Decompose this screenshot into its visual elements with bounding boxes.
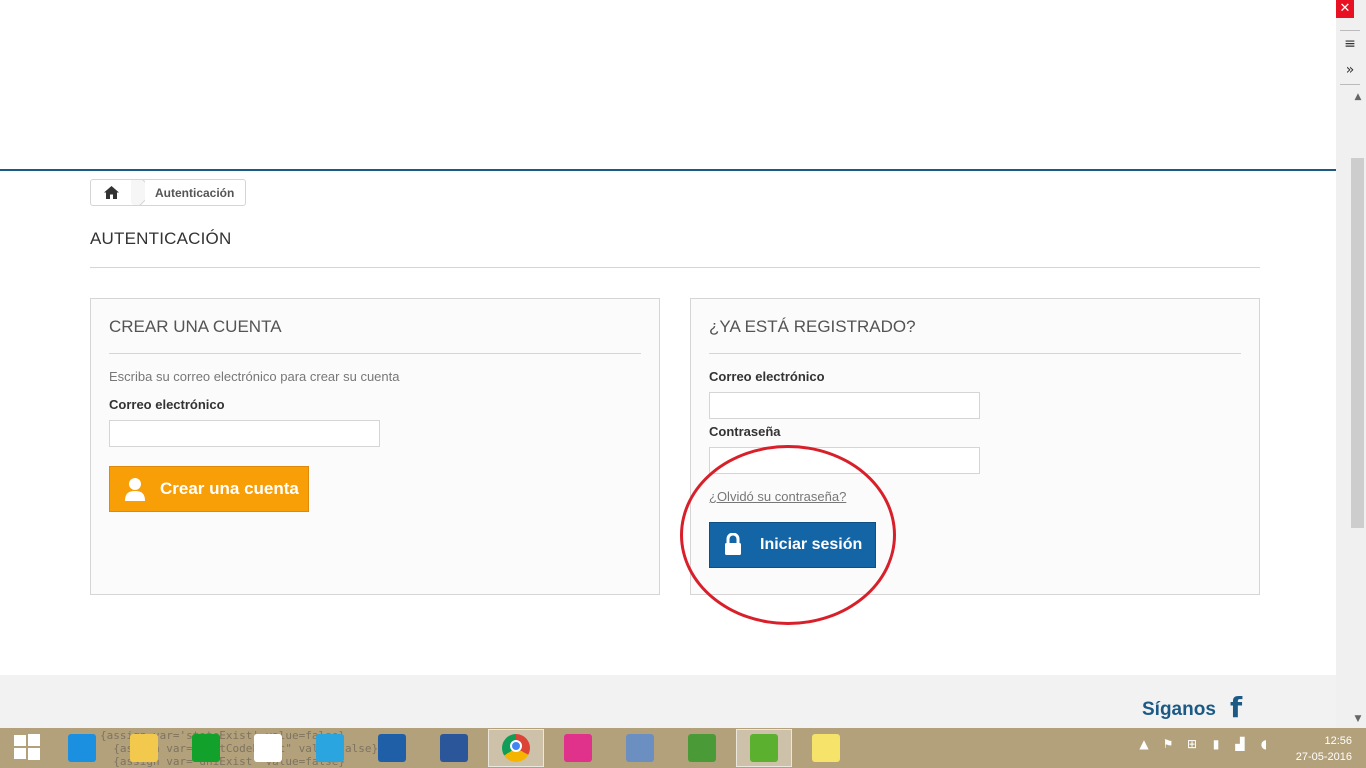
sticky-notes-taskbar-button[interactable]: [798, 729, 854, 767]
word-icon: [440, 734, 468, 762]
network-monitor-taskbar-button[interactable]: [612, 729, 668, 767]
file-explorer-taskbar-button[interactable]: [116, 729, 172, 767]
notepad-plus-icon: [688, 734, 716, 762]
page-title: AUTENTICACIÓN: [90, 229, 232, 248]
signal-icon[interactable]: ▟: [1232, 736, 1248, 752]
scroll-down-icon[interactable]: ▼: [1350, 712, 1366, 726]
chrome-taskbar-button[interactable]: [488, 729, 544, 767]
internet-explorer-taskbar-button[interactable]: [54, 729, 110, 767]
box-divider: [709, 353, 1241, 354]
login-box: ¿YA ESTÁ REGISTRADO? Correo electrónico …: [690, 298, 1260, 595]
wamp-taskbar-button[interactable]: [550, 729, 606, 767]
side-divider: [1340, 84, 1360, 85]
breadcrumb: Autenticación: [90, 179, 247, 206]
chrome-icon: [502, 734, 530, 762]
login-password-label: Contraseña: [709, 424, 781, 439]
page-header-area: [0, 0, 1336, 171]
shopping-icon: [316, 734, 344, 762]
breadcrumb-current: Autenticación: [155, 185, 235, 200]
facebook-icon[interactable]: f: [1230, 694, 1248, 722]
create-account-instruction: Escriba su correo electrónico para crear…: [109, 369, 400, 384]
login-email-input[interactable]: [709, 392, 980, 419]
create-account-button[interactable]: Crear una cuenta: [109, 466, 309, 512]
volume-icon[interactable]: ◖: [1256, 736, 1272, 752]
word-taskbar-button[interactable]: [426, 729, 482, 767]
scrollbar-thumb[interactable]: [1351, 158, 1364, 528]
login-button[interactable]: Iniciar sesión: [709, 522, 876, 568]
login-email-label: Correo electrónico: [709, 369, 825, 384]
file-explorer-icon: [130, 734, 158, 762]
user-icon: [124, 477, 146, 501]
shopping-taskbar-button[interactable]: [302, 729, 358, 767]
start-taskbar-button[interactable]: [0, 729, 56, 767]
heading-divider: [90, 267, 1260, 268]
create-account-title: CREAR UNA CUENTA: [109, 317, 282, 336]
chevron-up-icon[interactable]: ▲: [1136, 736, 1152, 752]
notepad-plus-taskbar-button[interactable]: [674, 729, 730, 767]
login-title: ¿YA ESTÁ REGISTRADO?: [709, 317, 916, 336]
login-password-input[interactable]: [709, 447, 980, 474]
page-footer: [0, 675, 1336, 728]
side-divider: [1340, 30, 1360, 31]
clock-time: 12:56: [1324, 735, 1352, 747]
store-taskbar-button[interactable]: [178, 729, 234, 767]
windows-icon[interactable]: ⊞: [1184, 736, 1200, 752]
more-icon[interactable]: »: [1340, 58, 1360, 82]
battery-icon[interactable]: ▮: [1208, 736, 1224, 752]
lock-icon: [724, 532, 746, 557]
clock[interactable]: 12:56 27-05-2016: [1282, 733, 1352, 765]
home-group-icon: [254, 734, 282, 762]
start-icon: [14, 734, 42, 762]
close-icon[interactable]: ✕: [1336, 0, 1354, 18]
home-group-taskbar-button[interactable]: [240, 729, 296, 767]
follow-us-label: Síganos: [1142, 699, 1216, 720]
wamp-icon: [564, 734, 592, 762]
create-account-box: CREAR UNA CUENTA Escriba su correo elect…: [90, 298, 660, 595]
breadcrumb-separator: [131, 180, 145, 205]
home-icon[interactable]: [91, 180, 131, 205]
menu-icon[interactable]: ≡: [1340, 32, 1360, 56]
utorrent-taskbar-button[interactable]: [736, 729, 792, 767]
internet-explorer-icon: [68, 734, 96, 762]
create-email-label: Correo electrónico: [109, 397, 225, 412]
utorrent-icon: [750, 734, 778, 762]
sticky-notes-icon: [812, 734, 840, 762]
store-icon: [192, 734, 220, 762]
lenovo-taskbar-button[interactable]: [364, 729, 420, 767]
clock-date: 27-05-2016: [1295, 751, 1352, 763]
login-button-label: Iniciar sesión: [760, 536, 863, 553]
flag-icon[interactable]: ⚑: [1160, 736, 1176, 752]
network-monitor-icon: [626, 734, 654, 762]
create-email-input[interactable]: [109, 420, 380, 447]
forgot-password-link[interactable]: ¿Olvidó su contraseña?: [709, 489, 846, 504]
scroll-up-icon[interactable]: ▲: [1350, 90, 1366, 104]
lenovo-icon: [378, 734, 406, 762]
system-tray: ▲ ⚑ ⊞ ▮ ▟ ◖: [1136, 736, 1272, 752]
create-account-button-label: Crear una cuenta: [160, 479, 299, 498]
box-divider: [109, 353, 641, 354]
